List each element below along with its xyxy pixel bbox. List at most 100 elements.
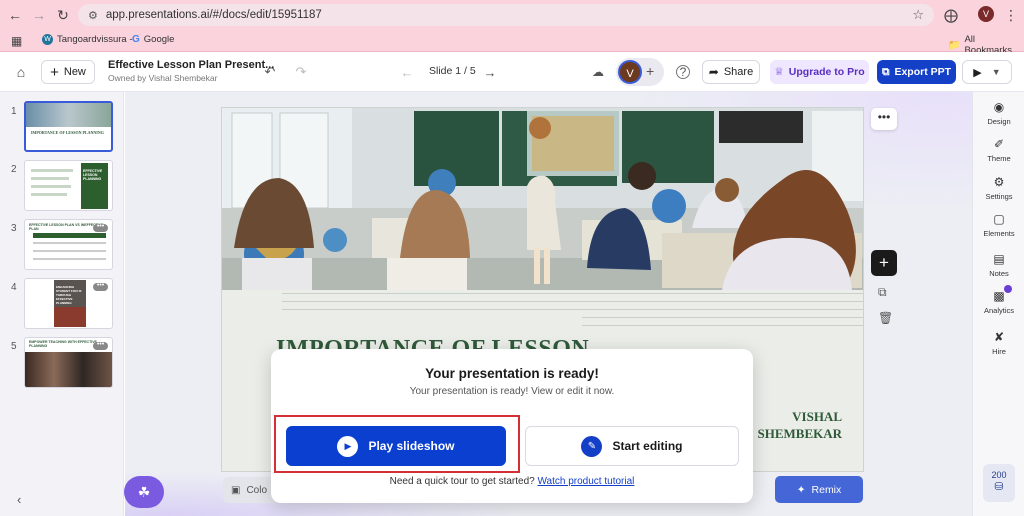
share-button[interactable]: ➦ Share	[702, 60, 760, 84]
tool-label: Notes	[989, 269, 1009, 278]
slide-thumb-3[interactable]: EFFECTIVE LESSON PLAN VS INEFFECTIVE PLA…	[24, 219, 113, 270]
bookmark-star-icon[interactable]: ☆	[912, 7, 924, 23]
url-text: app.presentations.ai/#/docs/edit/1595118…	[105, 9, 322, 21]
tool-label: Elements	[983, 229, 1015, 238]
classroom-photo	[222, 108, 863, 290]
bookmark-google[interactable]: G Google	[132, 34, 174, 45]
slide-thumb-4[interactable]: ENHANCING STUDENT FOCUS THROUGH EFFECTIV…	[24, 278, 113, 329]
remix-label: Remix	[811, 483, 842, 496]
collapse-panel-icon[interactable]: ‹	[17, 492, 21, 507]
tour-text: Need a quick tour to get started?	[389, 476, 535, 487]
tool-notes[interactable]: ▤ Notes	[973, 252, 1024, 278]
extensions-icon[interactable]: ⨁	[940, 4, 962, 26]
doc-title[interactable]: Effective Lesson Plan Present...	[108, 59, 274, 71]
forward-icon[interactable]: →	[28, 4, 50, 26]
color-palette-icon: ▣	[231, 484, 241, 496]
author-last-name: SHEMBEKAR	[757, 426, 842, 441]
watch-tutorial-link[interactable]: Watch product tutorial	[537, 476, 634, 487]
browser-menu-icon[interactable]: ⋮	[1000, 4, 1022, 26]
remix-button[interactable]: ✦ Remix	[775, 476, 863, 503]
folder-icon: 📁	[948, 39, 961, 51]
help-icon[interactable]: ?	[676, 65, 690, 79]
bookmarks-bar: ▦ W Tangoardvissura - G Google 📁 All Boo…	[0, 30, 1024, 56]
start-editing-label: Start editing	[612, 439, 683, 453]
tool-elements[interactable]: ▢ Elements	[973, 212, 1024, 238]
color-label: Colo	[246, 484, 268, 496]
tool-label: Hire	[992, 347, 1006, 356]
play-slideshow-label: Play slideshow	[368, 439, 455, 453]
notes-icon: ▤	[993, 252, 1005, 266]
tool-label: Analytics	[983, 306, 1014, 315]
more-icon[interactable]: •••	[93, 282, 108, 291]
new-button-label: New	[63, 66, 86, 78]
next-slide-icon[interactable]: →	[481, 62, 499, 82]
new-button[interactable]: + New	[41, 60, 95, 84]
tool-analytics[interactable]: ▩ Analytics	[973, 285, 1024, 315]
share-label: Share	[723, 66, 754, 78]
home-icon[interactable]: ⌂	[10, 62, 32, 82]
hire-icon: ✘	[993, 330, 1005, 344]
present-button[interactable]: ▶ ▼	[962, 60, 1012, 84]
slide-thumb-5[interactable]: EMPOWER TEACHING WITH EFFECTIVE PLANNING…	[24, 337, 113, 388]
slide-number: 2	[11, 164, 17, 175]
author-first-name: VISHAL	[792, 409, 842, 424]
share-arrow-icon: ➦	[708, 65, 719, 79]
tool-design[interactable]: ◉ Design	[973, 100, 1024, 126]
tool-hire[interactable]: ✘ Hire	[973, 330, 1024, 356]
brush-icon: ✐	[993, 137, 1005, 151]
reload-icon[interactable]: ↻	[52, 4, 74, 26]
app-header: ⌂ + New Effective Lesson Plan Present...…	[0, 52, 1024, 92]
bookmark-label: Google	[143, 34, 175, 45]
back-icon[interactable]: ←	[4, 4, 26, 26]
redo-icon[interactable]: ↷	[292, 62, 310, 82]
slide-number: 3	[11, 223, 17, 234]
tool-label: Theme	[987, 154, 1011, 163]
profile-avatar[interactable]: V	[978, 6, 994, 22]
tool-label: Design	[987, 117, 1011, 126]
site-settings-icon[interactable]: ⚙	[88, 9, 98, 22]
credits-badge[interactable]: 200 ⛁	[983, 464, 1015, 502]
coins-icon: ⛁	[994, 481, 1004, 493]
slide-indicator: Slide 1 / 5	[429, 65, 476, 77]
user-avatar[interactable]: V	[618, 60, 642, 84]
export-icon: ⧉	[881, 65, 890, 78]
start-editing-button[interactable]: ✎ Start editing	[525, 426, 739, 466]
collaborators: V +	[616, 58, 664, 86]
play-icon: ▶	[973, 66, 982, 79]
undo-icon[interactable]: ↶	[261, 62, 279, 82]
right-toolbar: ◉ Design ✐ Theme ⚙ Settings ▢ Elements ▤…	[972, 92, 1024, 516]
wordpress-icon: W	[42, 34, 53, 45]
slides-panel: 1 IMPORTANCE OF LESSON PLANNING 2 EFFECT…	[0, 92, 124, 516]
chevron-down-icon[interactable]: ▼	[992, 67, 1001, 77]
apps-grid-icon[interactable]: ▦	[11, 34, 22, 48]
upgrade-label: Upgrade to Pro	[788, 66, 865, 78]
thumb-image	[26, 103, 111, 127]
bookmark-tangoardvissura[interactable]: W Tangoardvissura -	[42, 34, 133, 45]
tool-label: Settings	[985, 192, 1013, 201]
more-icon[interactable]: •••	[93, 341, 108, 350]
modal-title: Your presentation is ready!	[425, 366, 599, 381]
pencil-icon: ✎	[581, 435, 603, 457]
tool-theme[interactable]: ✐ Theme	[973, 137, 1024, 163]
trash-icon[interactable]: 🗑	[878, 311, 893, 325]
thumb-caption: EFFECTIVE LESSON PLANNING	[83, 169, 103, 181]
elements-icon: ▢	[993, 212, 1005, 226]
upgrade-button[interactable]: ♕ Upgrade to Pro	[770, 60, 869, 84]
slide-author[interactable]: VISHAL SHEMBEKAR	[742, 408, 842, 442]
tool-settings[interactable]: ⚙ Settings	[973, 175, 1024, 201]
slide-more-icon[interactable]: •••	[871, 108, 897, 130]
slide-thumb-2[interactable]: EFFECTIVE LESSON PLANNING	[24, 160, 113, 211]
address-bar[interactable]: ⚙ app.presentations.ai/#/docs/edit/15951…	[78, 4, 934, 26]
slide-thumb-1[interactable]: IMPORTANCE OF LESSON PLANNING	[24, 101, 113, 152]
duplicate-icon[interactable]: ⧉	[878, 285, 887, 300]
add-slide-button[interactable]: +	[871, 250, 897, 276]
export-ppt-button[interactable]: ⧉ Export PPT	[877, 60, 956, 84]
plus-icon: +	[50, 63, 59, 81]
ai-assistant-icon[interactable]: ☘	[124, 476, 164, 508]
play-slideshow-button[interactable]: ▶ Play slideshow	[286, 426, 506, 466]
magic-wand-icon: ✦	[796, 483, 806, 496]
prev-slide-icon[interactable]: ←	[398, 62, 416, 82]
doc-owner: Owned by Vishal Shembekar	[108, 73, 218, 83]
add-collaborator-icon[interactable]: +	[646, 63, 654, 79]
more-icon[interactable]: •••	[93, 223, 108, 232]
